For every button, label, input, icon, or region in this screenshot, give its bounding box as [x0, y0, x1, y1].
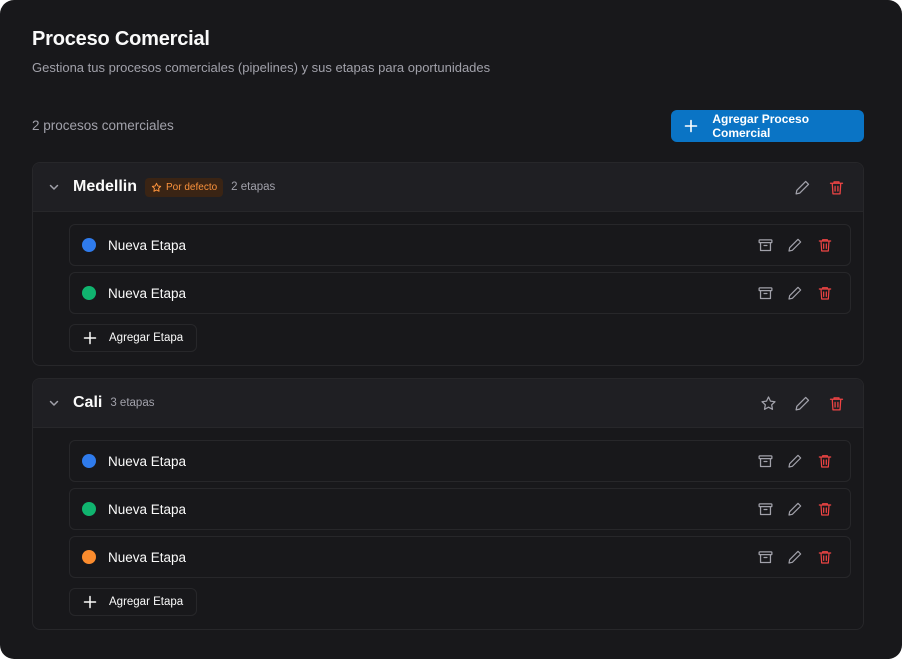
stage-actions [756, 225, 834, 265]
trash-icon[interactable] [816, 452, 834, 470]
pipelines-panel: Proceso Comercial Gestiona tus procesos … [0, 0, 902, 659]
stage-item[interactable]: Nueva Etapa [69, 536, 851, 578]
pipelines-count: 2 procesos comerciales [32, 118, 174, 133]
stage-color-dot [82, 502, 96, 516]
page-title: Proceso Comercial [32, 28, 210, 50]
pencil-icon[interactable] [786, 284, 804, 302]
stage-name: Nueva Etapa [108, 237, 187, 253]
stage-name: Nueva Etapa [108, 501, 187, 517]
stage-item[interactable]: Nueva Etapa [69, 440, 851, 482]
pipeline-actions [759, 379, 845, 428]
pipeline-header[interactable]: Cali 3 etapas [33, 379, 863, 428]
stage-color-dot [82, 454, 96, 468]
pencil-icon[interactable] [793, 395, 811, 413]
stages-count: 2 etapas [231, 181, 276, 193]
add-stage-button[interactable]: Agregar Etapa [69, 324, 197, 352]
pencil-icon[interactable] [786, 548, 804, 566]
default-badge: Por defecto [145, 177, 224, 197]
add-pipeline-label: Agregar Proceso Comercial [712, 112, 810, 140]
star-icon[interactable] [759, 395, 777, 413]
add-stage-label: Agregar Etapa [109, 596, 184, 608]
stage-item[interactable]: Nueva Etapa [69, 224, 851, 266]
plus-icon [683, 118, 698, 134]
add-stage-label: Agregar Etapa [109, 332, 184, 344]
chevron-down-icon[interactable] [47, 396, 61, 410]
pencil-icon[interactable] [786, 500, 804, 518]
pipeline-name: Medellin [73, 178, 138, 195]
default-badge-label: Por defecto [166, 181, 218, 193]
pipeline-name: Cali [73, 394, 103, 411]
stage-name: Nueva Etapa [108, 453, 187, 469]
stage-actions [756, 537, 834, 577]
page-subtitle: Gestiona tus procesos comerciales (pipel… [32, 60, 491, 75]
stage-color-dot [82, 238, 96, 252]
plus-icon [83, 331, 97, 345]
trash-icon[interactable] [816, 236, 834, 254]
stage-actions [756, 273, 834, 313]
archive-icon[interactable] [756, 284, 774, 302]
stage-color-dot [82, 286, 96, 300]
archive-icon[interactable] [756, 548, 774, 566]
chevron-down-icon[interactable] [47, 180, 61, 194]
stage-name: Nueva Etapa [108, 549, 187, 565]
pencil-icon[interactable] [786, 236, 804, 254]
pipeline-actions [793, 163, 845, 212]
stage-actions [756, 489, 834, 529]
trash-icon[interactable] [827, 395, 845, 413]
trash-icon[interactable] [816, 548, 834, 566]
star-icon [151, 182, 162, 193]
plus-icon [83, 595, 97, 609]
stage-item[interactable]: Nueva Etapa [69, 488, 851, 530]
archive-icon[interactable] [756, 236, 774, 254]
stage-name: Nueva Etapa [108, 285, 187, 301]
stages-count: 3 etapas [110, 397, 155, 409]
pipeline-header[interactable]: Medellin Por defecto 2 etapas [33, 163, 863, 212]
pipeline-card-cali: Cali 3 etapas Nueva Etapa Nueva Etapa Nu… [32, 378, 864, 630]
stage-color-dot [82, 550, 96, 564]
trash-icon[interactable] [816, 500, 834, 518]
archive-icon[interactable] [756, 500, 774, 518]
pencil-icon[interactable] [793, 179, 811, 197]
add-pipeline-button[interactable]: Agregar Proceso Comercial [671, 110, 864, 142]
trash-icon[interactable] [827, 179, 845, 197]
trash-icon[interactable] [816, 284, 834, 302]
stage-item[interactable]: Nueva Etapa [69, 272, 851, 314]
archive-icon[interactable] [756, 452, 774, 470]
add-stage-button[interactable]: Agregar Etapa [69, 588, 197, 616]
stage-actions [756, 441, 834, 481]
pencil-icon[interactable] [786, 452, 804, 470]
pipeline-card-medellin: Medellin Por defecto 2 etapas Nueva Etap… [32, 162, 864, 366]
